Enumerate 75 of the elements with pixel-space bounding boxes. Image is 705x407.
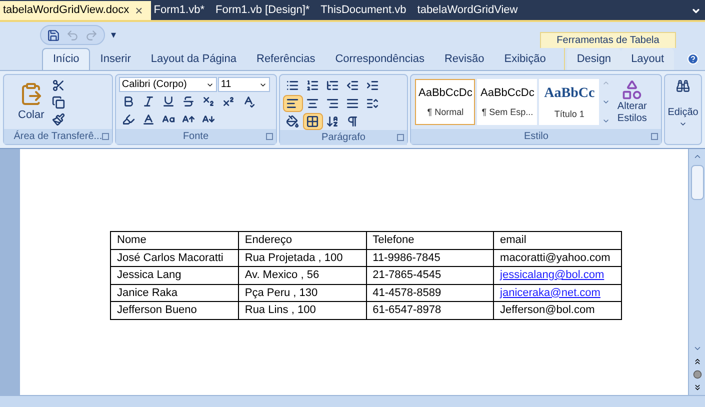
document-tab[interactable]: tabelaWordGridView.docx ×	[0, 1, 151, 20]
group-label: Área de Transferê...	[14, 129, 102, 144]
ribbon-tab[interactable]: Inserir	[90, 48, 141, 70]
column-header: Nome	[110, 232, 238, 249]
table-cell: Jefferson Bueno	[110, 302, 238, 319]
table-cell: 21-7865-4545	[366, 266, 494, 284]
column-header: email	[494, 232, 622, 249]
table-cell: 11-9986-7845	[366, 249, 494, 266]
ribbon-tab[interactable]: Revisão	[434, 48, 494, 70]
editing-button[interactable]: Edição	[664, 74, 702, 145]
group-label: Parágrafo	[322, 131, 366, 145]
email-link[interactable]: janiceraka@net.com	[500, 286, 600, 298]
horizontal-scrollbar[interactable]	[0, 395, 705, 407]
next-page-icon[interactable]	[692, 383, 702, 392]
vertical-scrollbar[interactable]	[688, 149, 705, 395]
customize-toolbar-button[interactable]: ▾	[111, 28, 116, 42]
help-icon[interactable]	[687, 53, 699, 65]
document-tab[interactable]: Form1.vb [Design]*	[212, 1, 318, 20]
borders-icon[interactable]	[302, 113, 323, 130]
font-name-field[interactable]: Calibri (Corpo)	[118, 77, 217, 92]
table-cell: 41-4578-8589	[366, 284, 494, 302]
table-cell: Jefferson@bol.com	[494, 302, 622, 319]
table-cell: Janice Raka	[110, 284, 238, 302]
table-cell: Jessica Lang	[110, 266, 238, 284]
document-tab[interactable]: tabelaWordGridView	[414, 1, 526, 20]
ribbon-tab[interactable]: Correspondências	[325, 48, 434, 70]
dialog-launcher-icon[interactable]	[266, 133, 273, 140]
table-cell: Av. Mexico , 56	[238, 266, 366, 284]
previous-page-icon[interactable]	[692, 357, 702, 366]
gallery-more-icon[interactable]	[602, 117, 610, 125]
table-cell: 61-6547-8978	[366, 302, 494, 319]
email-link[interactable]: jessicalang@bol.com	[500, 269, 604, 281]
tab-list-icon[interactable]	[691, 6, 701, 16]
ribbon-tab[interactable]: Design	[566, 48, 622, 70]
tab-label: ThisDocument.vb	[320, 3, 406, 18]
scroll-thumb[interactable]	[690, 165, 704, 200]
tab-label: Form1.vb [Design]*	[216, 3, 310, 18]
ribbon-tab[interactable]: Exibição	[494, 48, 556, 70]
ribbon-tab[interactable]: Layout	[621, 48, 674, 70]
style-gallery-item[interactable]: AaBbCcDc ¶ Normal	[415, 79, 476, 125]
scroll-up-icon[interactable]	[692, 152, 702, 161]
group-label: Estilo	[524, 130, 548, 144]
font-size-field[interactable]: 11	[218, 77, 270, 92]
style-gallery-item[interactable]: AaBbCcDc ¶ Sem Esp...	[477, 79, 538, 125]
table-cell: Rua Lins , 100	[238, 302, 366, 319]
column-header: Endereço	[238, 232, 366, 249]
style-gallery-item[interactable]: AaBbCc Título 1	[539, 79, 600, 125]
document-tab[interactable]: Form1.vb*	[150, 1, 213, 20]
dialog-launcher-icon[interactable]	[102, 133, 109, 140]
scroll-down-icon[interactable]	[602, 98, 610, 106]
close-tab-button[interactable]: ×	[135, 4, 143, 17]
tab-label: tabelaWordGridView	[417, 3, 518, 18]
tab-label: tabelaWordGridView.docx	[3, 3, 130, 18]
group-label: Fonte	[182, 130, 209, 144]
binoculars-icon	[676, 79, 690, 93]
scroll-down-icon[interactable]	[692, 344, 702, 353]
clipboard-icon	[19, 80, 44, 107]
browse-object-icon[interactable]	[692, 370, 702, 379]
align-left-icon[interactable]	[282, 95, 303, 112]
table-cell: José Carlos Macoratti	[110, 249, 238, 266]
table-cell: macoratti@yahoo.com	[494, 249, 622, 266]
dialog-launcher-icon[interactable]	[651, 133, 658, 140]
save-icon[interactable]	[47, 28, 60, 42]
document-tab[interactable]: ThisDocument.vb	[318, 1, 414, 20]
ribbon-tab[interactable]: Layout da Página	[140, 48, 246, 70]
column-header: Telefone	[366, 232, 494, 249]
dialog-launcher-icon[interactable]	[397, 134, 404, 141]
paste-button[interactable]: Colar	[18, 80, 44, 124]
table-cell: Pça Peru , 130	[238, 284, 366, 302]
tab-label: Form1.vb*	[154, 3, 205, 18]
ribbon-tab[interactable]: Referências	[246, 48, 326, 70]
change-styles-button[interactable]: Alterar Estilos	[617, 79, 647, 125]
table-cell: Rua Projetada , 100	[238, 249, 366, 266]
ribbon-tab[interactable]: Início	[42, 48, 90, 70]
context-tab-title: Ferramentas de Tabela	[556, 34, 660, 48]
